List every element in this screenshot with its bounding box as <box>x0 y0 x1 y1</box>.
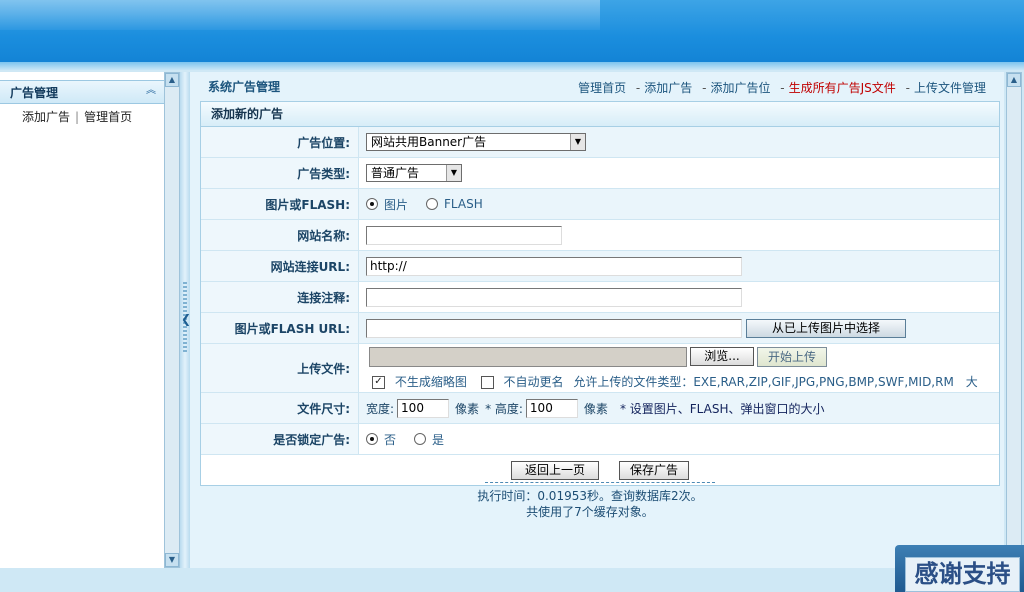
nav-dash: - <box>780 81 785 95</box>
nav-dash: - <box>905 81 910 95</box>
browse-button[interactable]: 浏览... <box>690 347 754 366</box>
exec-time-text: 执行时间：0.01953秒。查询数据库2次。 <box>477 489 703 503</box>
row-actions: 返回上一页 保存广告 <box>201 455 999 485</box>
banner-shine <box>0 0 600 30</box>
nav-add-ad-link[interactable]: 添加广告 <box>644 81 692 95</box>
media-image-radio[interactable] <box>366 198 378 210</box>
lock-no-text: 否 <box>384 432 397 447</box>
sidebar-link-home[interactable]: 管理首页 <box>84 110 132 124</box>
type-label: 广告类型: <box>201 158 359 188</box>
sidebar-scrollbar[interactable]: ▲ ▼ <box>164 72 180 568</box>
add-ad-form: 添加新的广告 广告位置: 网站共用Banner广告 ▼ 广告类型: 普通广告 ▼ <box>200 101 1000 486</box>
nav-gen-js-link[interactable]: 生成所有广告JS文件 <box>789 81 896 95</box>
lock-no-radio[interactable] <box>366 433 378 445</box>
main-scrollbar[interactable]: ▲ <box>1006 72 1022 568</box>
no-thumb-text: 不生成缩略图 <box>394 374 467 389</box>
upload-options: ✓ 不生成缩略图 不自动更名 允许上传的文件类型：EXE,RAR,ZIP,GIF… <box>372 373 978 390</box>
row-img-url: 图片或FLASH URL: 从已上传图片中选择 <box>201 313 999 344</box>
sidebar-section-header[interactable]: 广告管理 ︽ <box>0 80 164 104</box>
frame-splitter[interactable]: ❮ <box>180 72 191 568</box>
dropdown-arrow-icon[interactable]: ▼ <box>570 134 585 150</box>
nav-home-link[interactable]: 管理首页 <box>578 81 626 95</box>
note-input[interactable] <box>366 287 742 307</box>
sidebar-links: 添加广告 | 管理首页 <box>22 108 132 125</box>
start-upload-button[interactable]: 开始上传 <box>757 346 827 367</box>
scroll-up-icon[interactable]: ▲ <box>1007 73 1021 87</box>
row-url: 网站连接URL: http:// <box>201 251 999 282</box>
img-url-label: 图片或FLASH URL: <box>201 313 359 343</box>
nav-add-slot-link[interactable]: 添加广告位 <box>710 81 770 95</box>
dropdown-arrow-icon[interactable]: ▼ <box>446 165 461 181</box>
top-nav: 管理首页 - 添加广告 - 添加广告位 - 生成所有广告JS文件 - 上传文件管理 <box>576 79 986 96</box>
position-select[interactable]: 网站共用Banner广告 ▼ <box>366 133 586 151</box>
save-button[interactable]: 保存广告 <box>619 460 689 480</box>
banner-bottom-strip <box>0 62 1024 70</box>
nav-upload-mgr-link[interactable]: 上传文件管理 <box>914 81 986 95</box>
top-banner <box>0 0 1024 66</box>
sitename-label: 网站名称: <box>201 220 359 250</box>
upload-file-field[interactable] <box>369 346 687 367</box>
panel-title: 添加新的广告 <box>201 102 999 127</box>
collapse-icon[interactable]: ︽ <box>146 84 156 98</box>
sidebar: 广告管理 ︽ 添加广告 | 管理首页 <box>0 72 165 568</box>
thanks-stamp: 感谢支持 <box>895 545 1024 592</box>
link-separator: | <box>75 110 80 124</box>
row-position: 广告位置: 网站共用Banner广告 ▼ <box>201 127 999 158</box>
no-rename-text: 不自动更名 <box>503 374 564 389</box>
row-lock: 是否锁定广告: 否 是 <box>201 424 999 455</box>
scroll-up-icon[interactable]: ▲ <box>165 73 179 87</box>
url-label: 网站连接URL: <box>201 251 359 281</box>
form-rows: 广告位置: 网站共用Banner广告 ▼ 广告类型: 普通广告 ▼ 图片或FLA… <box>201 127 999 485</box>
row-media: 图片或FLASH: 图片 FLASH <box>201 189 999 220</box>
allowed-types-text: 允许上传的文件类型：EXE,RAR,ZIP,GIF,JPG,PNG,BMP,SW… <box>573 374 978 389</box>
px-text-2: 像素 <box>583 401 608 416</box>
sitename-input[interactable] <box>366 225 562 245</box>
page-title: 系统广告管理 <box>208 80 281 94</box>
type-select-value: 普通广告 <box>371 166 420 180</box>
choose-uploaded-button[interactable]: 从已上传图片中选择 <box>746 318 906 338</box>
media-flash-text: FLASH <box>444 197 483 211</box>
back-button[interactable]: 返回上一页 <box>511 460 599 480</box>
nav-dash: - <box>702 81 707 95</box>
main-content: 系统广告管理 管理首页 - 添加广告 - 添加广告位 - 生成所有广告JS文件 - 上传… <box>190 72 1004 568</box>
url-input[interactable]: http:// <box>366 256 742 276</box>
size-label: 文件尺寸: <box>201 393 359 423</box>
upload-label: 上传文件: <box>201 344 359 392</box>
lock-yes-text: 是 <box>432 432 445 447</box>
cache-text: 共使用了7个缓存对象。 <box>526 505 654 519</box>
img-url-input[interactable] <box>366 318 742 338</box>
row-upload: 上传文件: 浏览... 开始上传 ✓ 不生成缩略图 不自动更名 允许上传的文件类… <box>201 344 999 393</box>
row-size: 文件尺寸: 宽度: 100 像素 * 高度: 100 像素 * 设置图片、FLA… <box>201 393 999 424</box>
row-type: 广告类型: 普通广告 ▼ <box>201 158 999 189</box>
width-label: 宽度: <box>366 401 395 416</box>
height-input[interactable]: 100 <box>525 398 578 418</box>
scroll-down-icon[interactable]: ▼ <box>165 553 179 567</box>
row-note: 连接注释: <box>201 282 999 313</box>
height-label: * 高度: <box>485 401 523 416</box>
no-thumb-checkbox[interactable]: ✓ <box>372 375 385 389</box>
upload-controls: 浏览... 开始上传 <box>369 346 827 367</box>
media-flash-radio[interactable] <box>426 198 439 210</box>
thanks-stamp-text: 感谢支持 <box>905 557 1020 592</box>
sidebar-link-add-ad[interactable]: 添加广告 <box>22 110 70 124</box>
media-label: 图片或FLASH: <box>201 189 359 219</box>
px-text-1: 像素 <box>455 401 480 416</box>
sidebar-title: 广告管理 <box>10 86 59 100</box>
footer-divider <box>485 482 715 483</box>
row-sitename: 网站名称: <box>201 220 999 251</box>
no-rename-checkbox[interactable] <box>480 375 494 389</box>
media-image-text: 图片 <box>384 197 409 212</box>
position-label: 广告位置: <box>201 127 359 157</box>
lock-label: 是否锁定广告: <box>201 424 359 454</box>
width-input[interactable]: 100 <box>397 398 450 418</box>
lock-yes-radio[interactable] <box>414 433 427 445</box>
type-select[interactable]: 普通广告 ▼ <box>366 164 462 182</box>
size-hint: * 设置图片、FLASH、弹出窗口的大小 <box>619 401 825 416</box>
note-label: 连接注释: <box>201 282 359 312</box>
nav-dash: - <box>635 81 641 95</box>
position-select-value: 网站共用Banner广告 <box>371 135 487 149</box>
